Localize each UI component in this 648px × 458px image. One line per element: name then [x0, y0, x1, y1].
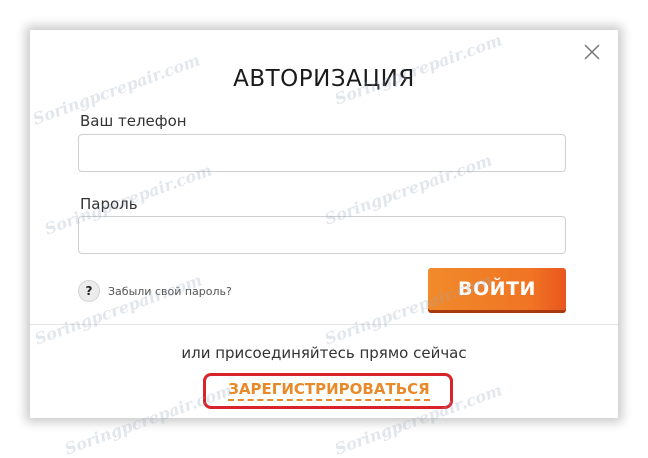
phone-label: Ваш телефон [80, 112, 187, 130]
forgot-password-link[interactable]: ? Забыли свой пароль? [78, 280, 232, 302]
close-icon[interactable] [582, 42, 602, 62]
divider [30, 324, 618, 325]
login-button[interactable]: ВОЙТИ [428, 268, 566, 310]
forgot-password-text: Забыли свой пароль? [108, 284, 232, 298]
password-input[interactable] [78, 216, 566, 254]
phone-input[interactable] [78, 134, 566, 172]
dialog-title: АВТОРИЗАЦИЯ [233, 66, 415, 92]
password-label: Пароль [80, 195, 138, 213]
join-text: или присоединяйтесь прямо сейчас [181, 344, 467, 362]
question-icon: ? [78, 280, 100, 302]
register-link[interactable]: ЗАРЕГИСТРИРОВАТЬСЯ [213, 380, 445, 406]
register-link-label: ЗАРЕГИСТРИРОВАТЬСЯ [228, 380, 430, 401]
login-dialog: АВТОРИЗАЦИЯ Ваш телефон Пароль ? Забыли … [30, 30, 618, 418]
